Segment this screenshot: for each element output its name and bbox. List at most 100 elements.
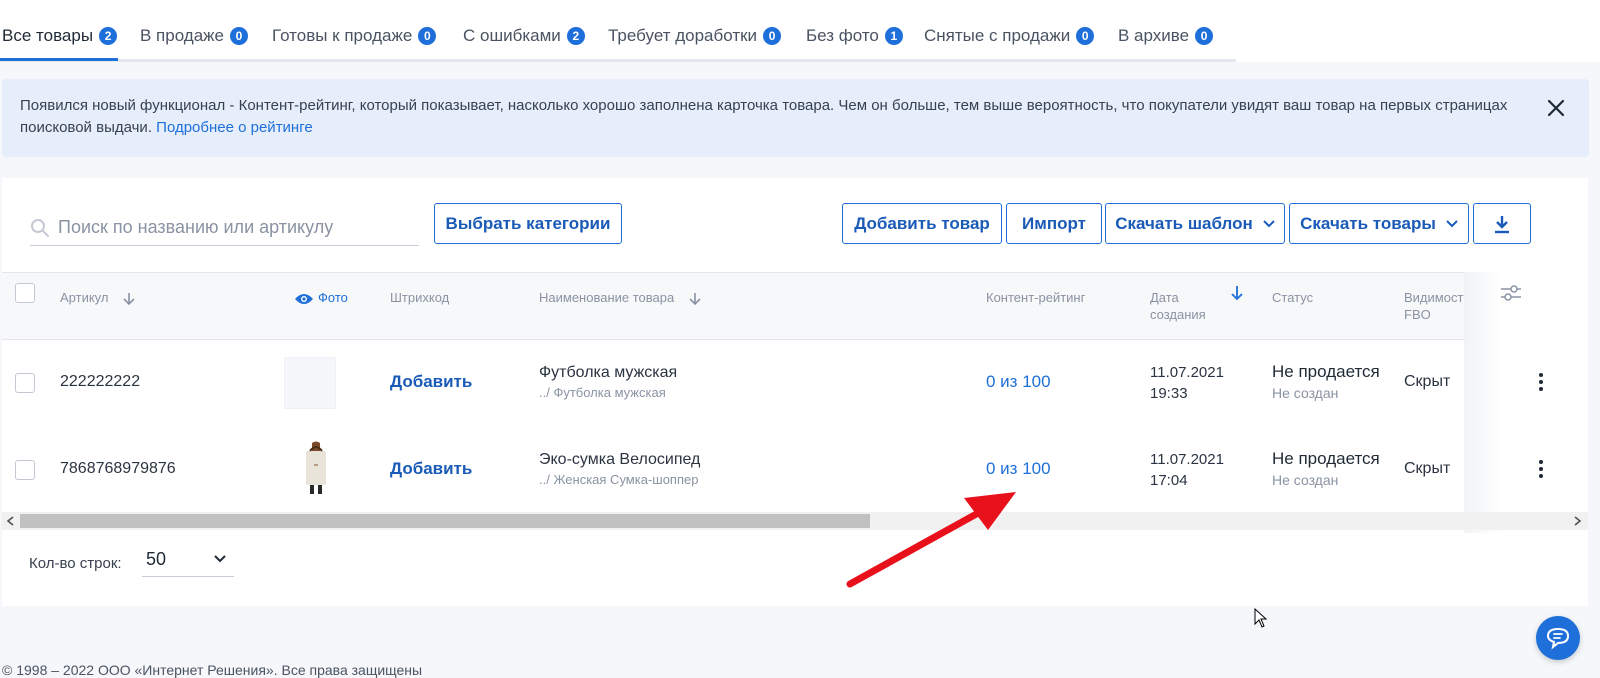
content-rating-link[interactable]: 0 из 100 <box>986 459 1051 479</box>
horizontal-scrollbar[interactable] <box>2 512 1588 530</box>
tab-count-badge: 0 <box>1076 27 1095 45</box>
chevron-down-icon <box>214 555 226 563</box>
created-time: 19:33 <box>1150 385 1188 402</box>
created-date-cell: 11.07.2021 19:33 <box>1150 362 1224 404</box>
download-icon <box>1495 215 1509 233</box>
product-name[interactable]: Эко-сумка Велосипед <box>539 451 700 469</box>
tab-on-sale[interactable]: В продаже 0 <box>140 24 249 48</box>
tab-no-photo[interactable]: Без фото 1 <box>806 24 903 48</box>
mouse-cursor-icon <box>1254 608 1268 628</box>
tab-label: Все товары <box>2 26 94 45</box>
created-date-cell: 11.07.2021 17:04 <box>1150 449 1224 491</box>
column-header-name[interactable]: Наименование товара <box>539 289 702 306</box>
tab-count-badge: 1 <box>884 27 903 45</box>
add-product-button[interactable]: Добавить товар <box>842 203 1002 244</box>
status-subtext: Не создан <box>1272 472 1339 488</box>
header-label-line2: FBO <box>1404 307 1431 322</box>
chevron-down-icon <box>1263 219 1275 227</box>
article-cell: 222222222 <box>60 373 141 390</box>
row-checkbox[interactable] <box>15 460 35 480</box>
tab-count-badge: 0 <box>418 27 437 45</box>
product-category: ../ Женская Сумка-шоппер <box>539 472 699 487</box>
rating-info-link[interactable]: Подробнее о рейтинге <box>156 119 313 136</box>
product-name-cell: Футболка мужская ../ Футболка мужская <box>539 364 677 400</box>
article-cell: 7868768979876 <box>60 460 176 477</box>
created-date: 11.07.2021 <box>1150 451 1224 468</box>
column-header-article[interactable]: Артикул <box>60 289 136 306</box>
created-time: 17:04 <box>1150 472 1188 489</box>
chat-icon <box>1546 627 1570 650</box>
search-field <box>30 210 419 246</box>
close-icon[interactable] <box>1545 97 1567 119</box>
scroll-right-icon[interactable] <box>1574 516 1582 526</box>
import-button[interactable]: Импорт <box>1006 203 1102 244</box>
column-header-status[interactable]: Статус <box>1272 289 1313 306</box>
column-header-barcode: Штрихкод <box>390 290 450 305</box>
content-rating-link[interactable]: 0 из 100 <box>986 372 1051 392</box>
column-header-visibility[interactable]: Видимост FBO <box>1404 289 1463 323</box>
header-label-line2: создания <box>1150 307 1206 322</box>
tab-label: В продаже <box>140 26 225 45</box>
tab-label: Готовы к продаже <box>272 26 413 45</box>
scroll-left-icon[interactable] <box>6 516 14 526</box>
sort-arrow-icon <box>123 292 135 305</box>
tab-count-badge: 0 <box>230 27 249 45</box>
more-vertical-icon[interactable] <box>1538 459 1544 479</box>
annotation-arrow <box>846 492 1016 588</box>
created-date: 11.07.2021 <box>1150 364 1224 381</box>
row-checkbox[interactable] <box>15 373 35 393</box>
search-input[interactable] <box>58 217 398 238</box>
tab-count-badge: 2 <box>566 27 585 45</box>
visibility-cell: Скрыт <box>1404 373 1451 390</box>
sort-arrow-active-icon[interactable] <box>1230 285 1244 301</box>
support-chat-button[interactable] <box>1536 616 1580 660</box>
eye-icon[interactable] <box>294 292 314 306</box>
status-cell: Не продается Не создан <box>1272 449 1380 488</box>
more-vertical-icon[interactable] <box>1538 372 1544 392</box>
sticky-column-shadow <box>1464 272 1588 533</box>
header-label-line1: Видимост <box>1404 290 1464 305</box>
header-label: Артикул <box>60 290 109 305</box>
download-products-button[interactable]: Скачать товары <box>1289 203 1469 244</box>
column-header-content-rating[interactable]: Контент-рейтинг <box>986 289 1085 306</box>
column-settings-icon[interactable] <box>1500 284 1522 302</box>
info-banner-text: Появился новый функционал - Контент-рейт… <box>20 95 1530 139</box>
active-tab-indicator <box>0 58 118 61</box>
products-table: Артикул Фото Штрихкод Наименование товар… <box>2 272 1588 533</box>
column-header-created-date[interactable]: Дата создания <box>1150 289 1206 323</box>
sort-arrow-icon <box>689 292 701 305</box>
tab-count-badge: 0 <box>1195 27 1214 45</box>
search-icon <box>31 218 49 237</box>
status-subtext: Не создан <box>1272 385 1339 401</box>
photo-placeholder[interactable] <box>284 357 336 409</box>
tab-needs-rework[interactable]: Требует доработки 0 <box>608 24 782 48</box>
tab-count-badge: 2 <box>99 27 118 45</box>
tab-all-products[interactable]: Все товары 2 <box>2 24 118 48</box>
export-download-button[interactable] <box>1473 203 1531 244</box>
product-category: ../ Футболка мужская <box>539 385 666 400</box>
column-header-photo[interactable]: Фото <box>294 289 348 306</box>
rows-per-page-select[interactable]: 50 <box>142 542 234 577</box>
product-name[interactable]: Футболка мужская <box>539 364 677 382</box>
tab-label: Требует доработки <box>608 26 758 45</box>
rows-per-page-value: 50 <box>146 548 167 569</box>
status-text: Не продается <box>1272 449 1380 468</box>
header-label: Наименование товара <box>539 290 675 305</box>
add-barcode-link[interactable]: Добавить <box>390 459 472 479</box>
tab-ready-for-sale[interactable]: Готовы к продаже 0 <box>272 24 437 48</box>
button-label: Скачать товары <box>1300 213 1436 233</box>
scrollbar-thumb[interactable] <box>20 514 870 528</box>
select-all-checkbox[interactable] <box>15 283 35 303</box>
tab-label: В архиве <box>1118 26 1190 45</box>
table-row: 222222222 Добавить Футболка мужская ../ … <box>2 340 1588 428</box>
tab-count-badge: 0 <box>763 27 782 45</box>
choose-categories-button[interactable]: Выбрать категории <box>434 203 622 244</box>
status-cell: Не продается Не создан <box>1272 362 1380 401</box>
download-template-button[interactable]: Скачать шаблон <box>1105 203 1285 244</box>
tab-archive[interactable]: В архиве 0 <box>1118 24 1214 48</box>
button-label: Скачать шаблон <box>1115 213 1253 233</box>
tab-with-errors[interactable]: С ошибками 2 <box>463 24 585 48</box>
tab-removed-from-sale[interactable]: Снятые с продажи 0 <box>924 24 1095 48</box>
add-barcode-link[interactable]: Добавить <box>390 372 472 392</box>
product-thumbnail[interactable]: ≈ <box>298 441 334 495</box>
